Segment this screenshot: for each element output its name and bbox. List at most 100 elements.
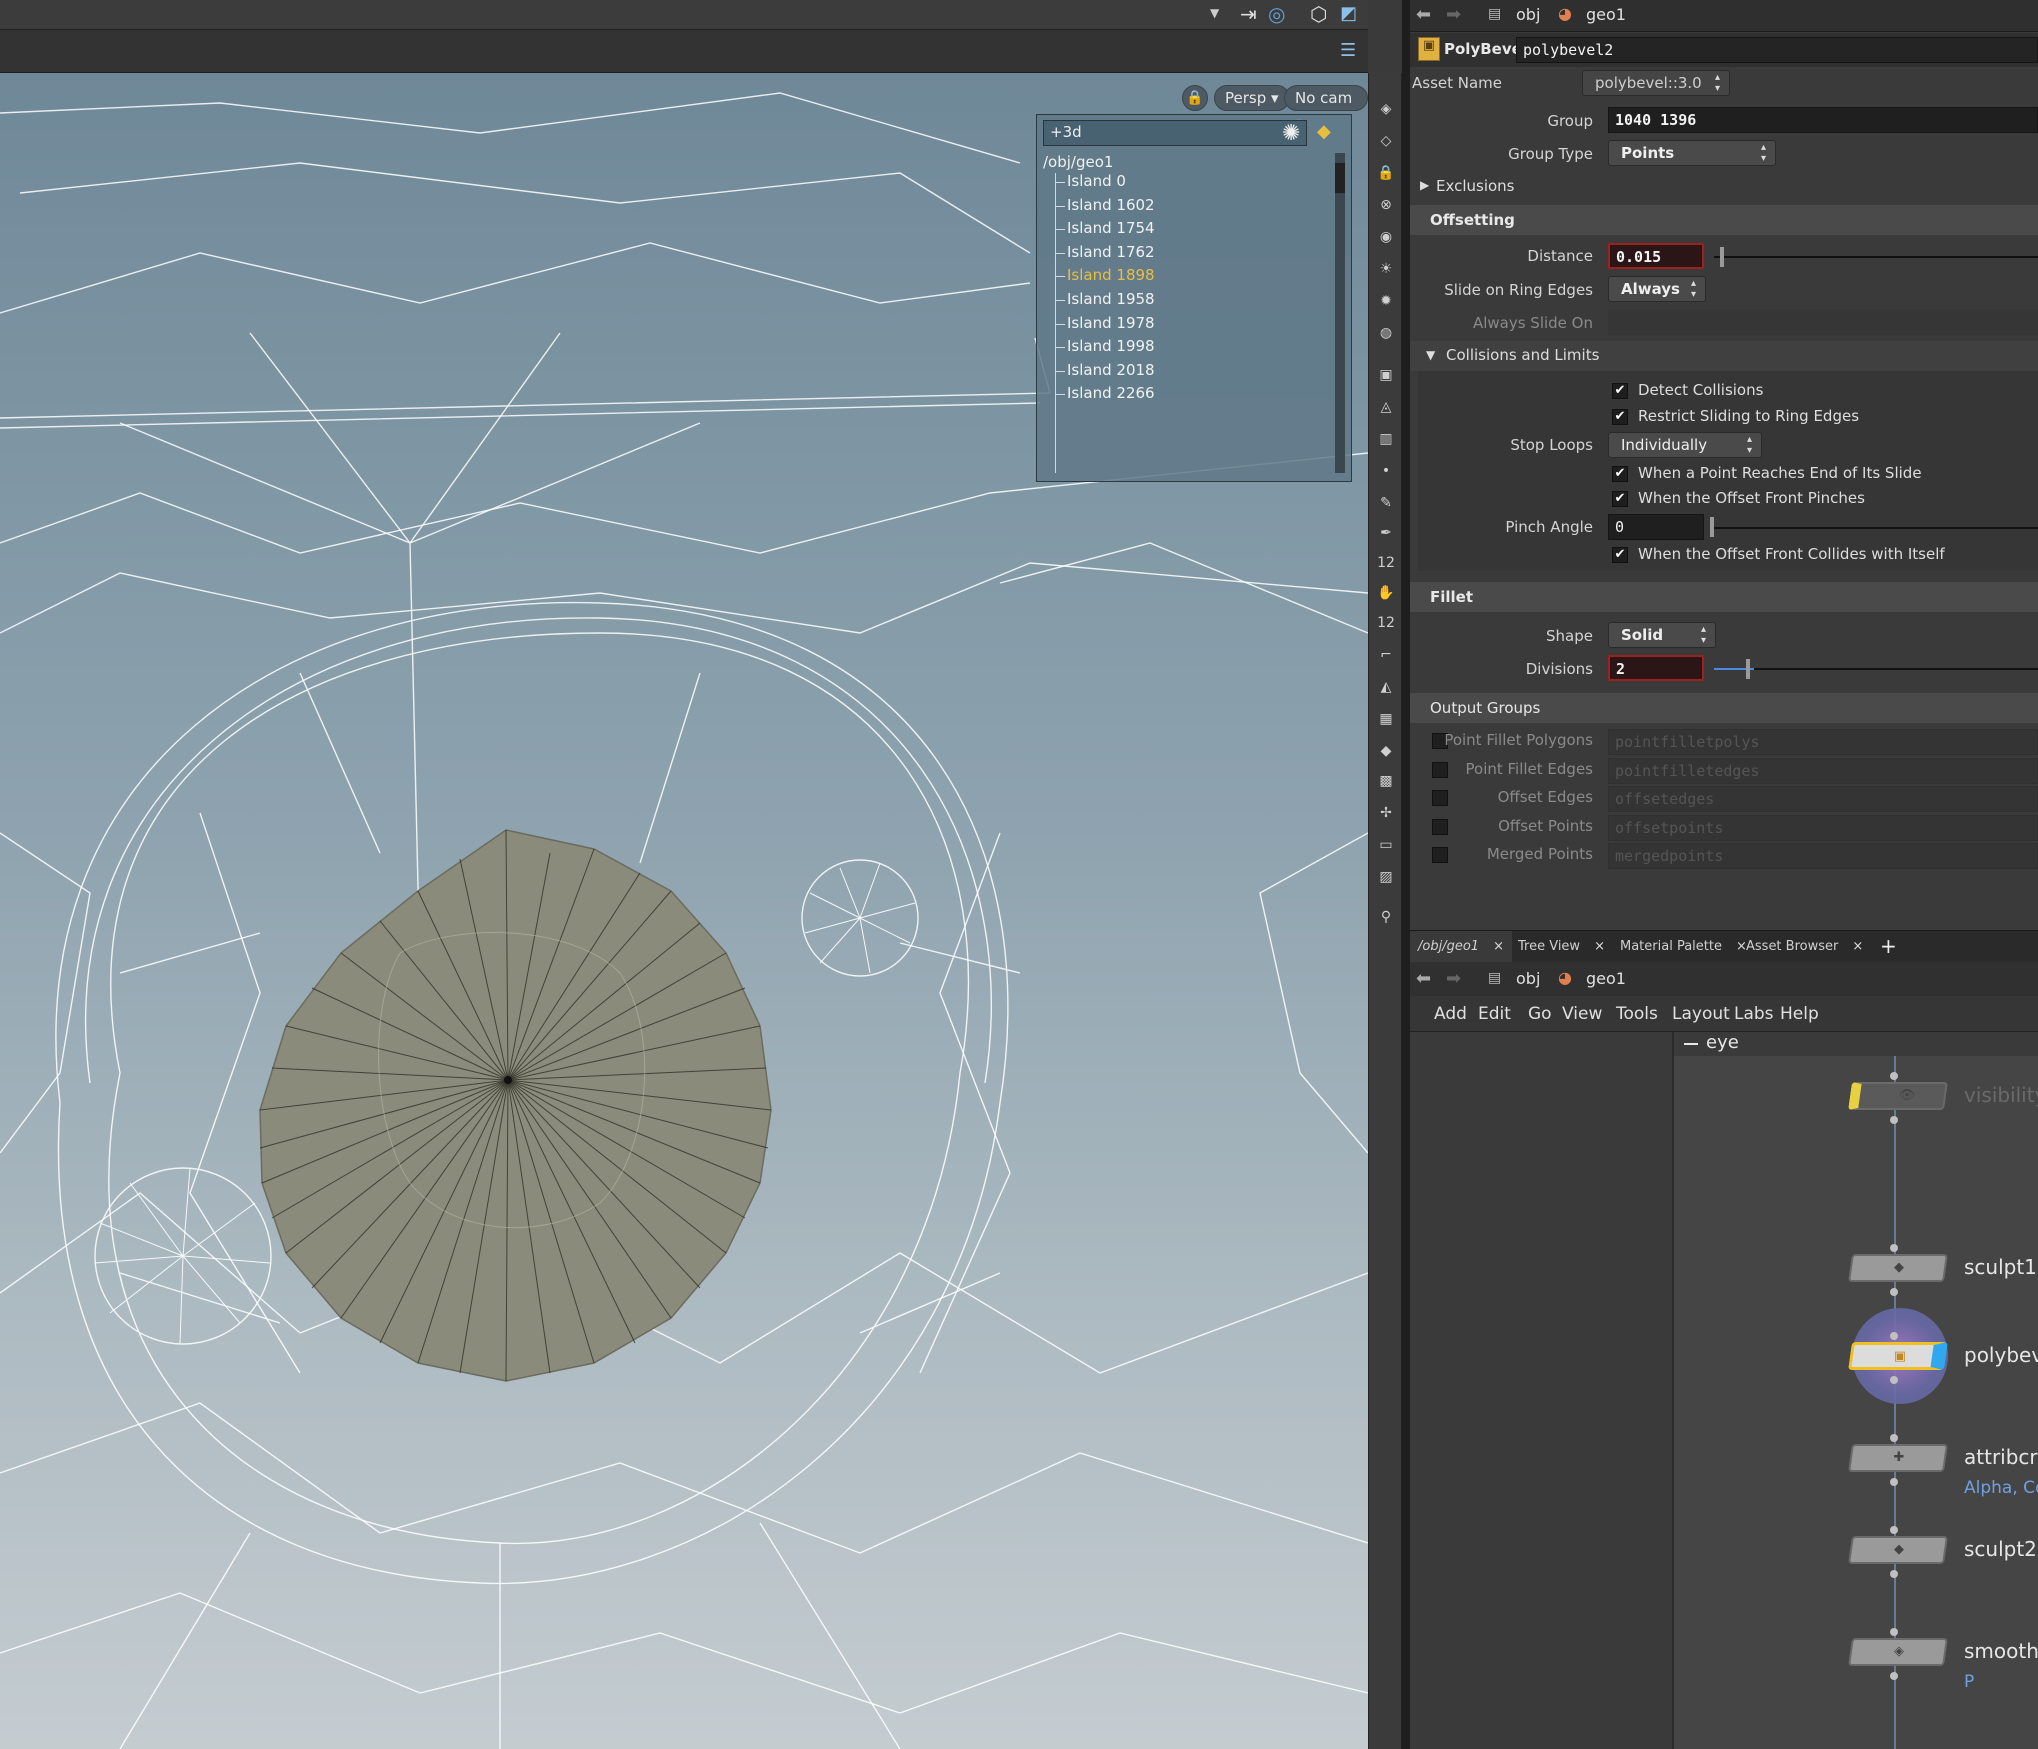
node-output-port[interactable] (1890, 1672, 1898, 1680)
pinch-angle-field[interactable]: 0 (1608, 514, 1704, 540)
brush-icon[interactable]: ✎ (1374, 491, 1398, 515)
pen-icon[interactable]: ✒ (1374, 521, 1398, 545)
image-icon[interactable]: ▨ (1374, 865, 1398, 889)
stop-loops-menu[interactable]: Individually (1608, 432, 1762, 458)
network-tab[interactable]: /obj/geo1 × (1410, 931, 1512, 963)
gem-icon[interactable]: ◆ (1374, 739, 1398, 763)
box-icon[interactable]: ⬡ (1310, 2, 1327, 26)
pin-icon[interactable]: ⇥ (1240, 2, 1257, 26)
when-pinch-checkbox[interactable]: ✔ (1612, 491, 1628, 507)
layers-icon[interactable]: ◈ (1374, 97, 1398, 121)
pinch-angle-handle[interactable] (1710, 517, 1714, 537)
node-input-port[interactable] (1890, 1244, 1898, 1252)
tree-item[interactable]: Island 1762 (1055, 243, 1155, 261)
axis-icon[interactable]: ✢ (1374, 801, 1398, 825)
tree-scrollbar[interactable] (1335, 153, 1345, 473)
output-group-field[interactable]: pointfilletpolys (1608, 729, 2038, 755)
persp-menu[interactable]: Persp ▾ (1214, 85, 1290, 111)
network-menu-item[interactable]: Labs (1734, 1004, 1774, 1024)
node-input-port[interactable] (1890, 1628, 1898, 1636)
curve-icon[interactable]: ⌐ (1374, 643, 1398, 667)
tree-item[interactable]: Island 2266 (1055, 384, 1155, 402)
path-obj[interactable]: obj (1516, 5, 1540, 24)
node-input-port[interactable] (1890, 1072, 1898, 1080)
network-menu-item[interactable]: Go (1528, 1004, 1552, 1024)
tree-item[interactable]: Island 2018 (1055, 361, 1155, 379)
tree-scroll-thumb[interactable] (1335, 163, 1345, 193)
node-input-port[interactable] (1890, 1332, 1898, 1340)
distance-slider-handle[interactable] (1720, 247, 1724, 267)
light-bulb-icon[interactable]: ◍ (1374, 321, 1398, 345)
node-label[interactable]: polybevel (1964, 1343, 2038, 1367)
node-label[interactable]: sculpt1 (1964, 1255, 2037, 1279)
network-menu-item[interactable]: Edit (1478, 1004, 1511, 1024)
lock-icon[interactable]: 🔒 (1374, 161, 1398, 185)
plane-icon[interactable]: ◭ (1374, 675, 1398, 699)
uv-icon[interactable]: ◬ (1374, 395, 1398, 419)
frame-icon[interactable]: ▭ (1374, 833, 1398, 857)
network-node[interactable]: ◈ (1848, 1638, 1948, 1666)
net-path-geo[interactable]: geo1 (1586, 969, 1626, 988)
pinch-angle-slider[interactable] (1714, 527, 2038, 529)
offsetting-section[interactable]: Offsetting (1410, 205, 2038, 235)
divisions-field[interactable]: 2 (1608, 655, 1704, 681)
group-field[interactable]: 1040 1396 (1608, 107, 2038, 133)
node-output-port[interactable] (1890, 1288, 1898, 1296)
snap-icon[interactable]: ◇ (1374, 129, 1398, 153)
network-menu-item[interactable]: View (1562, 1004, 1602, 1024)
output-group-field[interactable]: offsetpoints (1608, 814, 2038, 841)
tree-root-label[interactable]: /obj/geo1 (1043, 153, 1113, 171)
light-icon[interactable]: ✹ (1374, 289, 1398, 313)
distance-field[interactable]: 0.015 (1608, 243, 1704, 269)
path-geo[interactable]: geo1 (1586, 5, 1626, 24)
collisions-folder[interactable]: ▼ Collisions and Limits (1410, 341, 2038, 371)
tree-item[interactable]: Island 1978 (1055, 314, 1155, 332)
divisions-slider[interactable] (1714, 668, 2038, 670)
tree-item[interactable]: Island 1958 (1055, 290, 1155, 308)
distance-slider[interactable] (1714, 256, 2038, 258)
number2-icon[interactable]: 12 (1374, 611, 1398, 635)
node-name-field[interactable]: polybevel2 (1516, 37, 2038, 63)
net-forward-arrow-icon[interactable]: ➡ (1446, 968, 1461, 989)
target-icon[interactable]: ◎ (1268, 2, 1285, 26)
tree-item[interactable]: Island 1602 (1055, 196, 1155, 214)
network-menu-item[interactable]: Layout (1672, 1004, 1730, 1024)
settings-gear-icon[interactable]: ✺ (1282, 121, 1300, 146)
network-tab[interactable]: Material Palette × (1612, 931, 1755, 963)
lock-view-icon[interactable]: 🔒 (1182, 85, 1208, 111)
diamond-icon[interactable]: ◆ (1317, 121, 1331, 142)
always-slide-field[interactable] (1608, 309, 2038, 335)
output-group-field[interactable]: mergedpoints (1608, 843, 2038, 869)
output-groups-section[interactable]: Output Groups (1410, 693, 2038, 723)
group-type-menu[interactable]: Points (1608, 140, 1776, 166)
fillet-section[interactable]: Fillet (1410, 582, 2038, 612)
shape-menu[interactable]: Solid (1608, 622, 1716, 648)
point-icon[interactable]: • (1374, 459, 1398, 483)
display-options-icon[interactable]: ☰ (1340, 40, 1356, 61)
close-circle-icon[interactable]: ⊗ (1374, 193, 1398, 217)
sphere-icon[interactable]: ◉ (1374, 225, 1398, 249)
tree-item[interactable]: Island 1998 (1055, 337, 1155, 355)
checker-icon[interactable]: ▦ (1374, 707, 1398, 731)
pane-divider[interactable] (1402, 0, 1410, 1749)
network-tab[interactable]: Tree View × (1510, 931, 1613, 963)
network-canvas[interactable]: eye 👁 visibility ◆ sculpt1 ▣ polybevel ✚ attrib… (1672, 1032, 2038, 1749)
when-point-checkbox[interactable]: ✔ (1612, 466, 1628, 482)
forward-arrow-icon[interactable]: ➡ (1446, 4, 1461, 25)
camera-menu[interactable]: No cam ▾ (1284, 85, 1368, 131)
subnet-header[interactable]: eye (1674, 1032, 2038, 1056)
number-icon[interactable]: 12 (1374, 551, 1398, 575)
tree-item[interactable]: Island 0 (1055, 172, 1126, 190)
add-tab-icon[interactable]: + (1880, 934, 1897, 958)
node-output-port[interactable] (1890, 1116, 1898, 1124)
output-group-field[interactable]: offsetedges (1608, 786, 2038, 812)
net-back-arrow-icon[interactable]: ⬅ (1416, 968, 1431, 989)
slide-ring-menu[interactable]: Always (1608, 276, 1706, 302)
node-label[interactable]: sculpt2 (1964, 1537, 2037, 1561)
detect-collisions-checkbox[interactable]: ✔ (1612, 383, 1628, 399)
exclusions-folder[interactable]: ▶ Exclusions (1410, 172, 2038, 202)
network-menu-item[interactable]: Tools (1616, 1004, 1658, 1024)
node-output-port[interactable] (1890, 1570, 1898, 1578)
viewport-pane[interactable]: ▼ ⇥ ◎ ⬡ ◩ ☰ 🔒 Persp ▾ No cam +3d ✺ ◆ /ob… (0, 0, 1368, 1749)
when-collides-checkbox[interactable]: ✔ (1612, 547, 1628, 563)
